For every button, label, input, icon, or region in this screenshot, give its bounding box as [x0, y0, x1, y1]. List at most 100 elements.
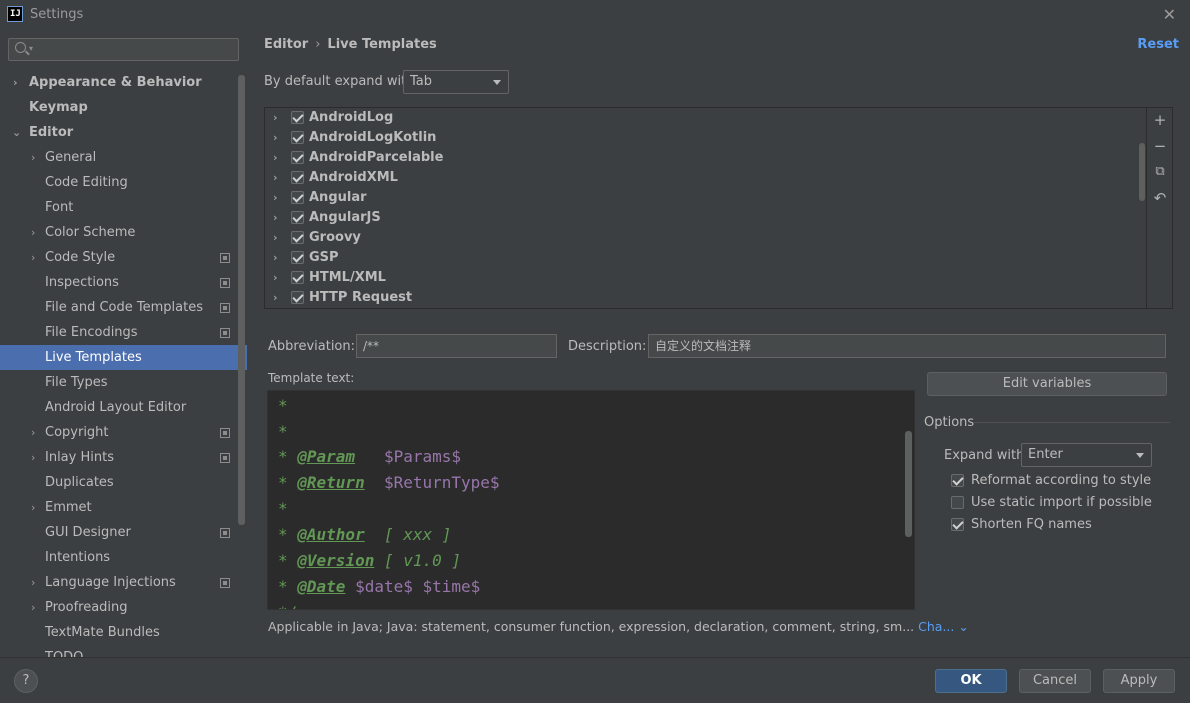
group-checkbox[interactable]	[291, 291, 304, 304]
chevron-right-icon[interactable]: ›	[31, 595, 35, 620]
sidebar-item-general[interactable]: › General	[0, 145, 247, 170]
edit-variables-button[interactable]: Edit variables	[927, 372, 1167, 396]
sidebar-item-font[interactable]: Font	[0, 195, 247, 220]
chevron-right-icon[interactable]: ›	[31, 445, 35, 470]
description-label: Description:	[568, 339, 647, 354]
chevron-right-icon[interactable]: ›	[273, 268, 278, 288]
sidebar-item-label: Inlay Hints	[45, 450, 114, 465]
help-button[interactable]: ?	[14, 669, 38, 693]
sidebar-item-language-injections[interactable]: › Language Injections	[0, 570, 247, 595]
chevron-right-icon[interactable]: ›	[31, 495, 35, 520]
chevron-right-icon[interactable]: ›	[273, 288, 278, 308]
sidebar-item-live-templates[interactable]: Live Templates	[0, 345, 247, 370]
sidebar-item-keymap[interactable]: Keymap	[0, 95, 247, 120]
static-import-checkbox[interactable]	[951, 496, 964, 509]
chevron-right-icon[interactable]: ›	[273, 228, 278, 248]
chevron-right-icon[interactable]: ›	[273, 168, 278, 188]
sidebar-item-emmet[interactable]: › Emmet	[0, 495, 247, 520]
change-contexts-link[interactable]: Cha...	[918, 619, 954, 634]
chevron-right-icon[interactable]: ›	[31, 420, 35, 445]
sidebar-item-textmate-bundles[interactable]: TextMate Bundles	[0, 620, 247, 645]
template-group-row[interactable]: › AndroidLogKotlin	[265, 128, 1146, 148]
template-group-row[interactable]: › Angular	[265, 188, 1146, 208]
expand-with-dropdown[interactable]: Enter	[1021, 443, 1152, 467]
abbreviation-field[interactable]: /**	[356, 334, 557, 358]
sidebar-item-code-style[interactable]: › Code Style	[0, 245, 247, 270]
group-checkbox[interactable]	[291, 171, 304, 184]
group-checkbox[interactable]	[291, 231, 304, 244]
sidebar-item-file-encodings[interactable]: File Encodings	[0, 320, 247, 345]
chevron-right-icon[interactable]: ›	[31, 145, 35, 170]
sidebar-item-file-code-templates[interactable]: File and Code Templates	[0, 295, 247, 320]
sidebar-item-file-types[interactable]: File Types	[0, 370, 247, 395]
sidebar-item-todo[interactable]: TODO	[0, 645, 247, 657]
chevron-right-icon[interactable]: ›	[13, 70, 18, 95]
template-list-scrollbar[interactable]	[1139, 143, 1145, 201]
sidebar-item-editor[interactable]: ⌄ Editor	[0, 120, 247, 145]
group-checkbox[interactable]	[291, 251, 304, 264]
chevron-right-icon[interactable]: ›	[273, 248, 278, 268]
template-group-row[interactable]: › HTTP Request	[265, 288, 1146, 308]
restore-icon[interactable]: ↶	[1151, 189, 1169, 207]
sidebar-item-gui-designer[interactable]: GUI Designer	[0, 520, 247, 545]
group-checkbox[interactable]	[291, 211, 304, 224]
chevron-right-icon[interactable]: ›	[31, 220, 35, 245]
template-group-row[interactable]: › AndroidParcelable	[265, 148, 1146, 168]
template-group-row[interactable]: › Groovy	[265, 228, 1146, 248]
ok-button[interactable]: OK	[935, 669, 1007, 693]
group-checkbox[interactable]	[291, 131, 304, 144]
group-checkbox[interactable]	[291, 271, 304, 284]
sidebar-item-label: Font	[45, 200, 74, 215]
chevron-right-icon[interactable]: ›	[273, 148, 278, 168]
cancel-button[interactable]: Cancel	[1019, 669, 1091, 693]
chevron-right-icon[interactable]: ›	[273, 188, 278, 208]
sidebar-item-android-layout-editor[interactable]: Android Layout Editor	[0, 395, 247, 420]
chevron-right-icon[interactable]: ›	[273, 128, 278, 148]
remove-icon[interactable]: −	[1151, 137, 1169, 155]
applicable-contexts: Applicable in Java; Java: statement, con…	[268, 619, 969, 634]
group-checkbox[interactable]	[291, 191, 304, 204]
settings-search-input[interactable]: ▾	[8, 38, 239, 61]
default-expand-value: Tab	[410, 74, 433, 89]
add-icon[interactable]: +	[1151, 111, 1169, 129]
sidebar-item-label: Copyright	[45, 425, 109, 440]
reset-link[interactable]: Reset	[1137, 37, 1179, 52]
template-group-row[interactable]: › HTML/XML	[265, 268, 1146, 288]
sidebar-item-proofreading[interactable]: › Proofreading	[0, 595, 247, 620]
sidebar-scrollbar[interactable]	[238, 75, 245, 525]
group-checkbox[interactable]	[291, 151, 304, 164]
description-field[interactable]: 自定义的文档注释	[648, 334, 1166, 358]
chevron-down-icon[interactable]: ⌄	[958, 619, 968, 634]
template-text-editor[interactable]: * * * @Param $Params$ * @Return $ReturnT…	[267, 390, 915, 610]
chevron-down-icon[interactable]: ⌄	[12, 120, 21, 145]
template-group-row[interactable]: › AndroidLog	[265, 108, 1146, 128]
sidebar-item-code-editing[interactable]: Code Editing	[0, 170, 247, 195]
sidebar-item-inlay-hints[interactable]: › Inlay Hints	[0, 445, 247, 470]
reformat-checkbox[interactable]	[951, 474, 964, 487]
sidebar-item-color-scheme[interactable]: › Color Scheme	[0, 220, 247, 245]
template-group-row[interactable]: › AngularJS	[265, 208, 1146, 228]
sidebar-item-appearance-behavior[interactable]: › Appearance & Behavior	[0, 70, 247, 95]
chevron-right-icon[interactable]: ›	[31, 570, 35, 595]
template-group-row[interactable]: › GSP	[265, 248, 1146, 268]
chevron-right-icon[interactable]: ›	[273, 208, 278, 228]
project-scope-icon	[220, 278, 230, 288]
sidebar-item-intentions[interactable]: Intentions	[0, 545, 247, 570]
sidebar-item-duplicates[interactable]: Duplicates	[0, 470, 247, 495]
copy-icon[interactable]: ⧉	[1151, 163, 1169, 181]
search-history-icon[interactable]: ▾	[29, 44, 33, 53]
sidebar-item-inspections[interactable]: Inspections	[0, 270, 247, 295]
template-group-row[interactable]: › AndroidXML	[265, 168, 1146, 188]
apply-button[interactable]: Apply	[1103, 669, 1175, 693]
shorten-fq-checkbox[interactable]	[951, 518, 964, 531]
default-expand-dropdown[interactable]: Tab	[403, 70, 509, 94]
chevron-right-icon[interactable]: ›	[31, 245, 35, 270]
close-icon[interactable]: ✕	[1163, 5, 1176, 24]
group-label: HTTP Request	[309, 290, 413, 305]
chevron-right-icon[interactable]: ›	[273, 108, 278, 128]
editor-scrollbar[interactable]	[905, 431, 912, 537]
sidebar-item-copyright[interactable]: › Copyright	[0, 420, 247, 445]
breadcrumb-parent[interactable]: Editor	[264, 37, 308, 52]
sidebar-item-label: Keymap	[29, 100, 88, 115]
group-checkbox[interactable]	[291, 111, 304, 124]
